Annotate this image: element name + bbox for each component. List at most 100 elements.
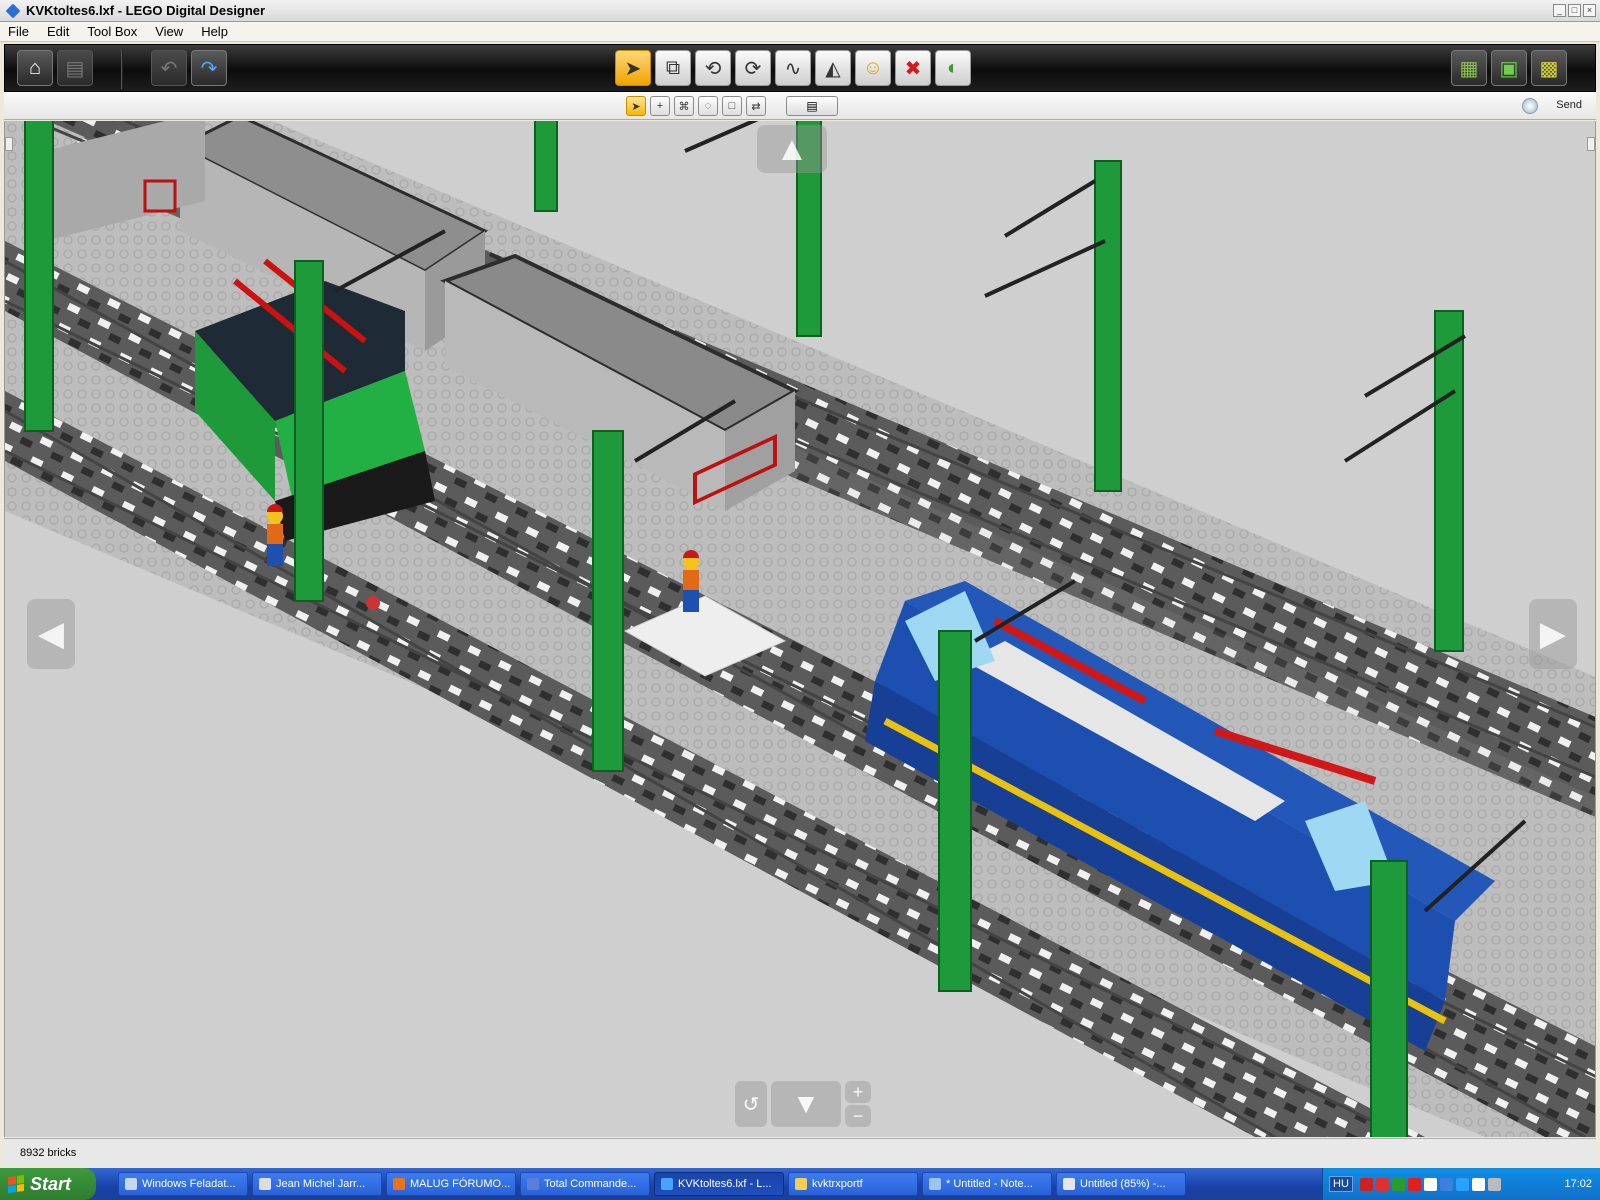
hide-tool-button[interactable]: ◐ <box>935 50 971 86</box>
taskbar-item[interactable]: * Untitled - Note... <box>922 1172 1052 1196</box>
zoom-buttons: + − <box>845 1081 871 1127</box>
camera-right-button[interactable]: ▶ <box>1529 599 1577 669</box>
taskbar-items: Windows Feladat... Jean Michel Jarr... MAL… <box>114 1172 1186 1196</box>
window-controls: _ □ × <box>1553 4 1596 17</box>
windows-logo-icon <box>8 1174 24 1194</box>
menu-edit[interactable]: Edit <box>45 24 71 39</box>
clock[interactable]: 17:02 <box>1564 1178 1600 1190</box>
reset-view-button[interactable]: ↺ <box>735 1081 767 1127</box>
camera-up-button[interactable]: ▲ <box>757 125 827 173</box>
select-add-button[interactable]: + <box>650 96 670 116</box>
house-icon: ⌂ <box>28 56 42 79</box>
maximize-button[interactable]: □ <box>1568 4 1581 17</box>
tray-icons <box>1359 1177 1501 1191</box>
tray-app-icon[interactable] <box>1423 1177 1437 1191</box>
tray-app-icon[interactable] <box>1407 1177 1421 1191</box>
hinge-align-tool-button[interactable]: ⟳ <box>735 50 771 86</box>
menu-toolbox[interactable]: Tool Box <box>85 24 139 39</box>
decoration-tool-button[interactable]: ☺ <box>855 50 891 86</box>
save-button[interactable]: ▤ <box>57 50 93 86</box>
group-button[interactable]: ▤ <box>786 96 838 116</box>
taskbar-item[interactable]: kvktrxportf <box>788 1172 918 1196</box>
taskbar-item-label: * Untitled - Note... <box>946 1178 1033 1190</box>
select-shape-button[interactable]: □ <box>722 96 742 116</box>
send-button[interactable]: Send <box>1556 99 1582 111</box>
title-bar[interactable]: KVKtoltes6.lxf - LEGO Digital Designer _… <box>0 0 1600 22</box>
left-arrow-icon: ◀ <box>37 615 65 653</box>
left-panel-toggle[interactable] <box>5 137 13 151</box>
taskbar-app-icon <box>661 1178 673 1190</box>
status-bar: 8932 bricks <box>4 1138 1596 1166</box>
tool-options-bar: ➤ + ⌘ ◌ □ ⇄ ▤ Send <box>4 92 1596 120</box>
build-mode-button[interactable]: ▦ <box>1451 50 1487 86</box>
flex-icon: ∿ <box>784 57 802 80</box>
toolbar-separator <box>121 49 123 89</box>
tray-app-icon[interactable] <box>1359 1177 1373 1191</box>
tray-app-icon[interactable] <box>1375 1177 1389 1191</box>
view-mode-button[interactable]: ▣ <box>1491 50 1527 86</box>
building-guide-icon: ▩ <box>1539 57 1559 80</box>
menu-help[interactable]: Help <box>199 24 230 39</box>
right-panel-toggle[interactable] <box>1587 137 1595 151</box>
menu-view[interactable]: View <box>153 24 185 39</box>
taskbar-app-icon <box>929 1178 941 1190</box>
minifig-worker-left <box>267 504 283 566</box>
red-x-icon: ✖ <box>904 57 922 80</box>
camera-controls: ↺ ▼ + − <box>735 1081 871 1127</box>
delete-tool-button[interactable]: ✖ <box>895 50 931 86</box>
tray-app-icon[interactable] <box>1487 1177 1501 1191</box>
camera-down-button[interactable]: ▼ <box>771 1081 841 1127</box>
paint-tool-button[interactable]: ◭ <box>815 50 851 86</box>
redo-arrow-icon: ↷ <box>200 57 218 80</box>
single-select-button[interactable]: ➤ <box>626 96 646 116</box>
home-button[interactable]: ⌂ <box>17 50 53 86</box>
hinge-icon: ⟲ <box>704 57 722 80</box>
select-color-button[interactable]: ◌ <box>698 96 718 116</box>
group-icon: ▤ <box>806 99 818 113</box>
camera-left-button[interactable]: ◀ <box>27 599 75 669</box>
taskbar-item-label: MALUG FÓRUMO... <box>410 1178 511 1190</box>
zoom-in-button[interactable]: + <box>845 1081 871 1103</box>
menu-file[interactable]: File <box>6 24 31 39</box>
down-arrow-icon: ▼ <box>792 1088 820 1119</box>
taskbar-item[interactable]: Jean Michel Jarr... <box>252 1172 382 1196</box>
tray-app-icon[interactable] <box>1439 1177 1453 1191</box>
select-tool-button[interactable]: ➤ <box>615 50 651 86</box>
tray-app-icon[interactable] <box>1391 1177 1405 1191</box>
clone-tool-button[interactable]: ⧉ <box>655 50 691 86</box>
taskbar-item[interactable]: KVKtoltes6.lxf - L... <box>654 1172 784 1196</box>
select-connected-button[interactable]: ⌘ <box>674 96 694 116</box>
language-indicator[interactable]: HU <box>1329 1176 1353 1192</box>
tray-app-icon[interactable] <box>1471 1177 1485 1191</box>
hinge-tool-button[interactable]: ⟲ <box>695 50 731 86</box>
taskbar-item[interactable]: MALUG FÓRUMO... <box>386 1172 516 1196</box>
select-invert-button[interactable]: ⇄ <box>746 96 766 116</box>
zoom-out-button[interactable]: − <box>845 1105 871 1127</box>
3d-viewport[interactable]: ▲ ◀ ▶ ↺ ▼ + − <box>4 121 1596 1137</box>
building-guide-mode-button[interactable]: ▩ <box>1531 50 1567 86</box>
redo-button[interactable]: ↷ <box>191 50 227 86</box>
cursor-connected-icon: ⌘ <box>678 100 690 113</box>
app-window: KVKtoltes6.lxf - LEGO Digital Designer _… <box>0 0 1600 1168</box>
paint-bucket-icon: ◭ <box>825 57 841 80</box>
cursor-plus-icon: + <box>656 100 664 112</box>
taskbar-item[interactable]: Untitled (85%) -... <box>1056 1172 1186 1196</box>
cursor-icon: ➤ <box>631 100 641 113</box>
undo-button[interactable]: ↶ <box>151 50 187 86</box>
close-button[interactable]: × <box>1583 4 1596 17</box>
flex-tool-button[interactable]: ∿ <box>775 50 811 86</box>
taskbar-app-icon <box>1063 1178 1075 1190</box>
lego-scene[interactable] <box>5 121 1596 1137</box>
taskbar-item-label: KVKtoltes6.lxf - L... <box>678 1178 772 1190</box>
start-button[interactable]: Start <box>0 1168 96 1200</box>
taskbar-item[interactable]: Total Commande... <box>520 1172 650 1196</box>
right-arrow-icon: ▶ <box>1539 615 1567 653</box>
tray-app-icon[interactable] <box>1455 1177 1469 1191</box>
taskbar-item[interactable]: Windows Feladat... <box>118 1172 248 1196</box>
hide-brick-icon: ◐ <box>946 56 960 79</box>
view-mode-icon: ▣ <box>1499 57 1519 80</box>
up-arrow-icon: ▲ <box>775 129 809 168</box>
plus-icon: + <box>852 1081 864 1102</box>
minimize-button[interactable]: _ <box>1553 4 1566 17</box>
cursor-color-icon: ◌ <box>704 100 712 112</box>
